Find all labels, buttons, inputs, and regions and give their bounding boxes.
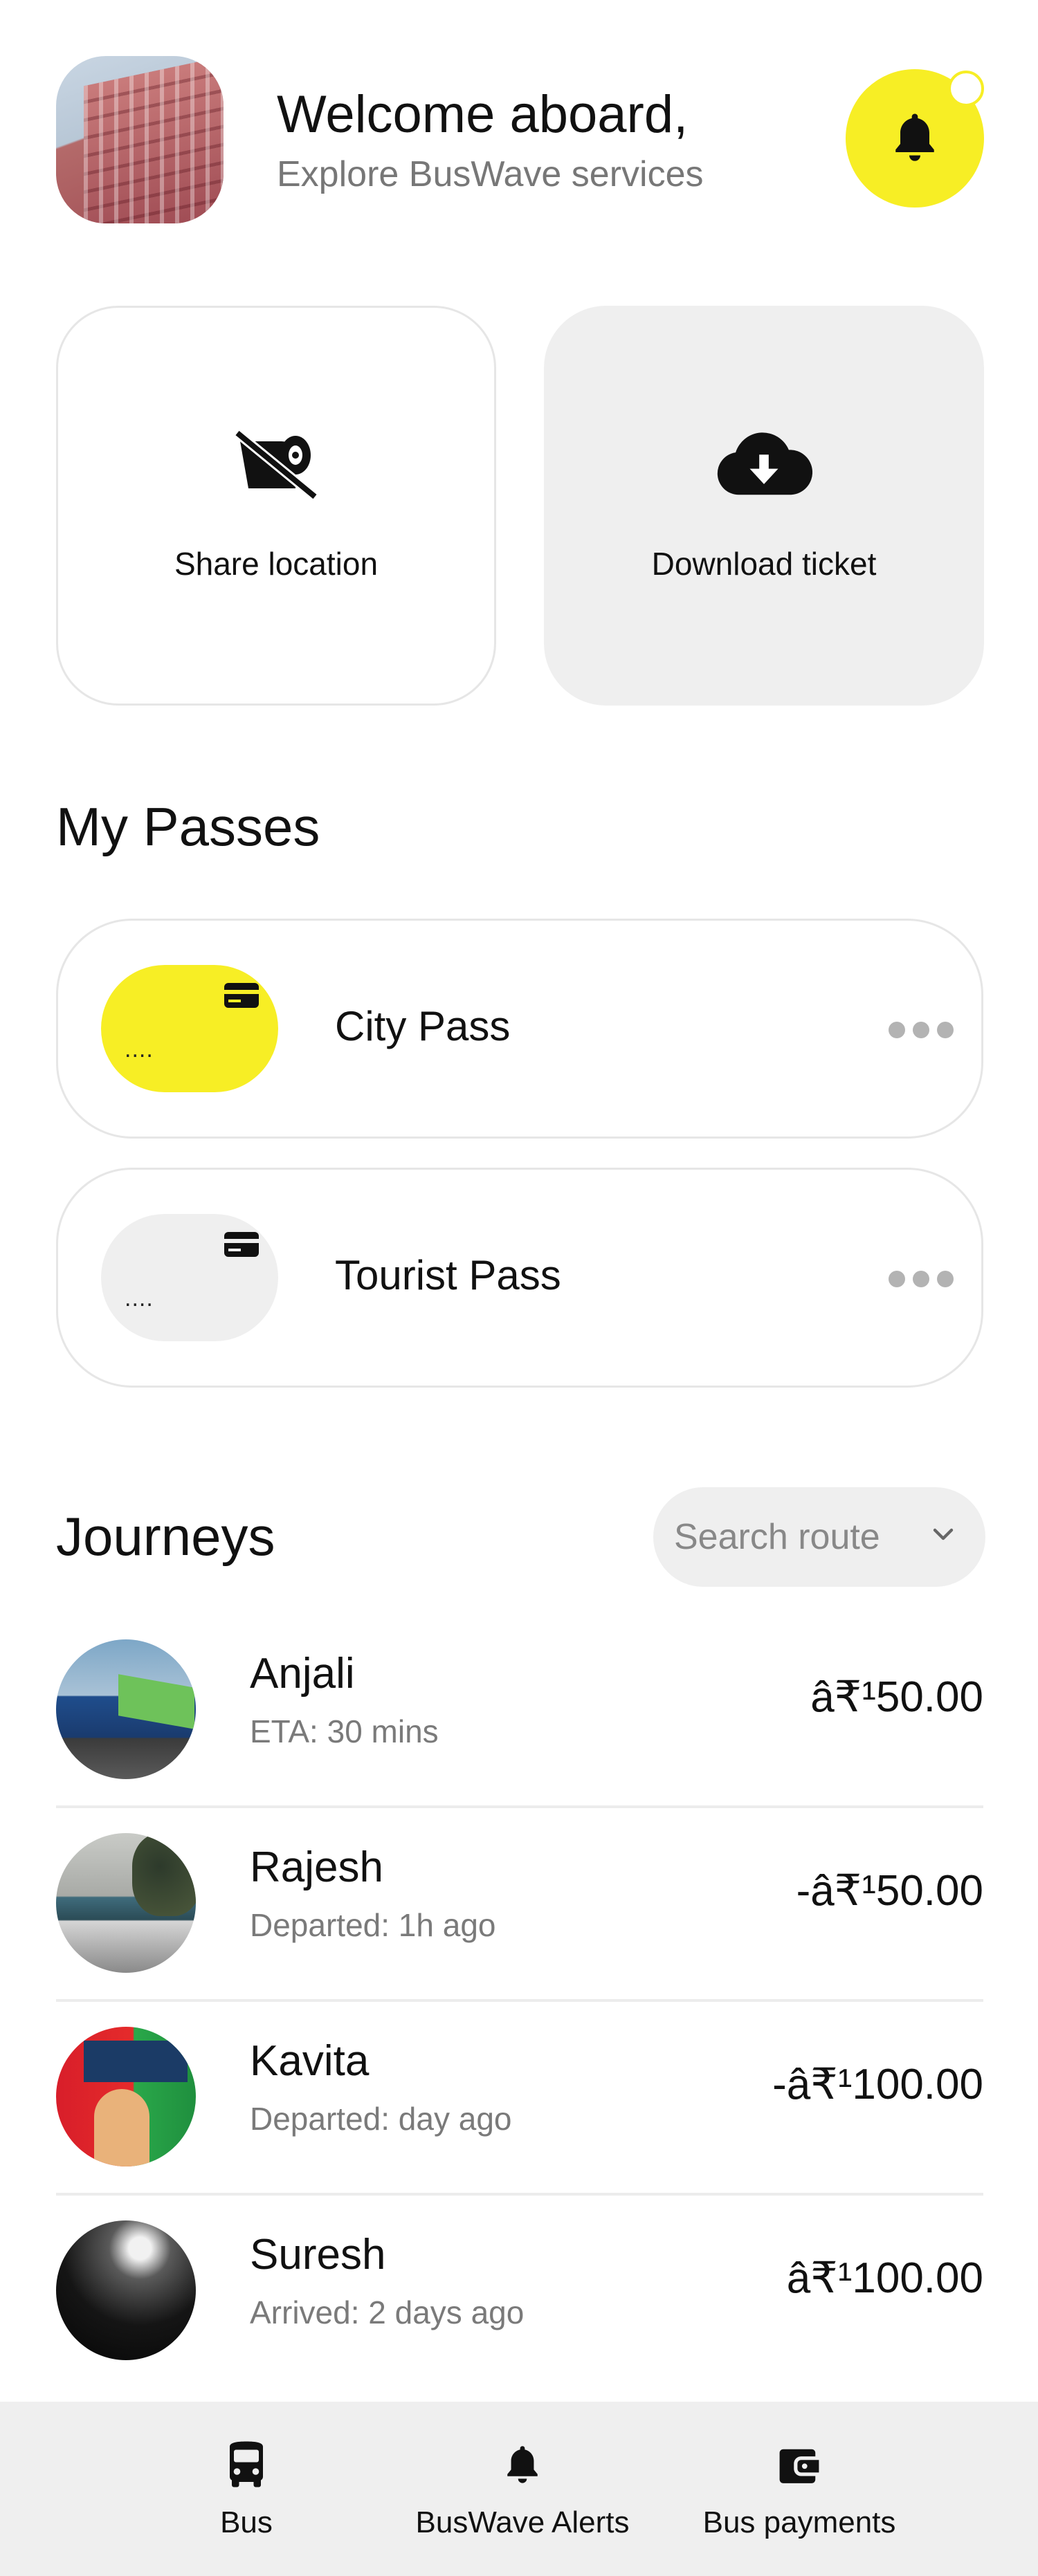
journey-photo xyxy=(56,1833,196,1973)
nav-item-alerts[interactable]: BusWave Alerts xyxy=(415,2402,630,2576)
wallet-icon xyxy=(772,2438,827,2493)
journey-status: Arrived: 2 days ago xyxy=(250,2294,525,2330)
nav-label-bus: Bus xyxy=(220,2505,273,2539)
journey-name: Anjali xyxy=(250,1650,355,1698)
journey-amount: â₹¹100.00 xyxy=(786,2254,983,2302)
journey-amount: -â₹¹100.00 xyxy=(772,2061,983,2108)
more-options-icon[interactable] xyxy=(889,1271,954,1287)
pass-name: Tourist Pass xyxy=(335,1252,561,1298)
nav-item-bus[interactable]: Bus xyxy=(191,2402,302,2576)
journey-status: ETA: 30 mins xyxy=(250,1713,439,1749)
chevron-down-icon xyxy=(933,1528,954,1540)
cloud-download-icon xyxy=(716,415,812,512)
search-route-dropdown[interactable]: Search route xyxy=(653,1487,985,1587)
journey-status: Departed: 1h ago xyxy=(250,1907,496,1943)
journeys-heading: Journeys xyxy=(56,1506,275,1567)
more-options-icon[interactable] xyxy=(889,1022,954,1038)
pass-item-tourist[interactable]: .... Tourist Pass xyxy=(56,1168,983,1388)
bottom-navigation: Bus BusWave Alerts Bus payments xyxy=(0,2402,1038,2576)
pass-name: City Pass xyxy=(335,1003,511,1049)
avatar-photo xyxy=(84,56,224,223)
journey-row[interactable]: Anjali ETA: 30 mins â₹¹50.00 xyxy=(56,1616,983,1810)
journey-row[interactable]: Rajesh Departed: 1h ago -â₹¹50.00 xyxy=(56,1810,983,2003)
nav-item-payments[interactable]: Bus payments xyxy=(699,2402,900,2576)
journey-name: Suresh xyxy=(250,2231,386,2279)
nav-label-alerts: BusWave Alerts xyxy=(415,2505,630,2539)
share-location-card[interactable]: Share location xyxy=(56,306,496,706)
pass-item-city[interactable]: .... City Pass xyxy=(56,919,983,1139)
masked-pass-number: .... xyxy=(125,1285,154,1312)
journey-photo xyxy=(56,1639,196,1779)
journey-name: Rajesh xyxy=(250,1843,383,1891)
journey-amount: -â₹¹50.00 xyxy=(796,1867,983,1915)
bell-icon xyxy=(895,113,934,161)
my-passes-heading: My Passes xyxy=(56,796,320,857)
share-location-label: Share location xyxy=(174,546,379,582)
bus-icon xyxy=(219,2438,274,2493)
masked-pass-number: .... xyxy=(125,1036,154,1062)
bell-icon xyxy=(495,2438,550,2493)
journey-row[interactable]: Suresh Arrived: 2 days ago â₹¹100.00 xyxy=(56,2197,983,2391)
journey-amount: â₹¹50.00 xyxy=(810,1673,983,1721)
no-paper-roll-icon xyxy=(228,415,325,512)
pass-card-chip: .... xyxy=(101,1214,278,1341)
journey-row[interactable]: Kavita Departed: day ago -â₹¹100.00 xyxy=(56,2003,983,2197)
journey-status: Departed: day ago xyxy=(250,2101,512,2137)
row-divider xyxy=(56,2193,983,2196)
header: Welcome aboard, Explore BusWave services xyxy=(0,0,1038,277)
notification-indicator xyxy=(948,71,984,107)
welcome-subtitle: Explore BusWave services xyxy=(277,154,704,194)
row-divider xyxy=(56,1805,983,1808)
journey-name: Kavita xyxy=(250,2037,370,2085)
credit-card-icon xyxy=(224,1232,259,1257)
download-ticket-label: Download ticket xyxy=(651,546,877,582)
profile-avatar[interactable] xyxy=(56,56,224,223)
journey-photo xyxy=(56,2027,196,2166)
pass-card-chip: .... xyxy=(101,965,278,1092)
row-divider xyxy=(56,1999,983,2002)
download-ticket-card[interactable]: Download ticket xyxy=(544,306,984,706)
search-route-placeholder: Search route xyxy=(674,1517,880,1557)
credit-card-icon xyxy=(224,983,259,1008)
welcome-title: Welcome aboard, xyxy=(277,85,689,144)
journey-photo xyxy=(56,2220,196,2360)
nav-label-payments: Bus payments xyxy=(702,2505,896,2539)
